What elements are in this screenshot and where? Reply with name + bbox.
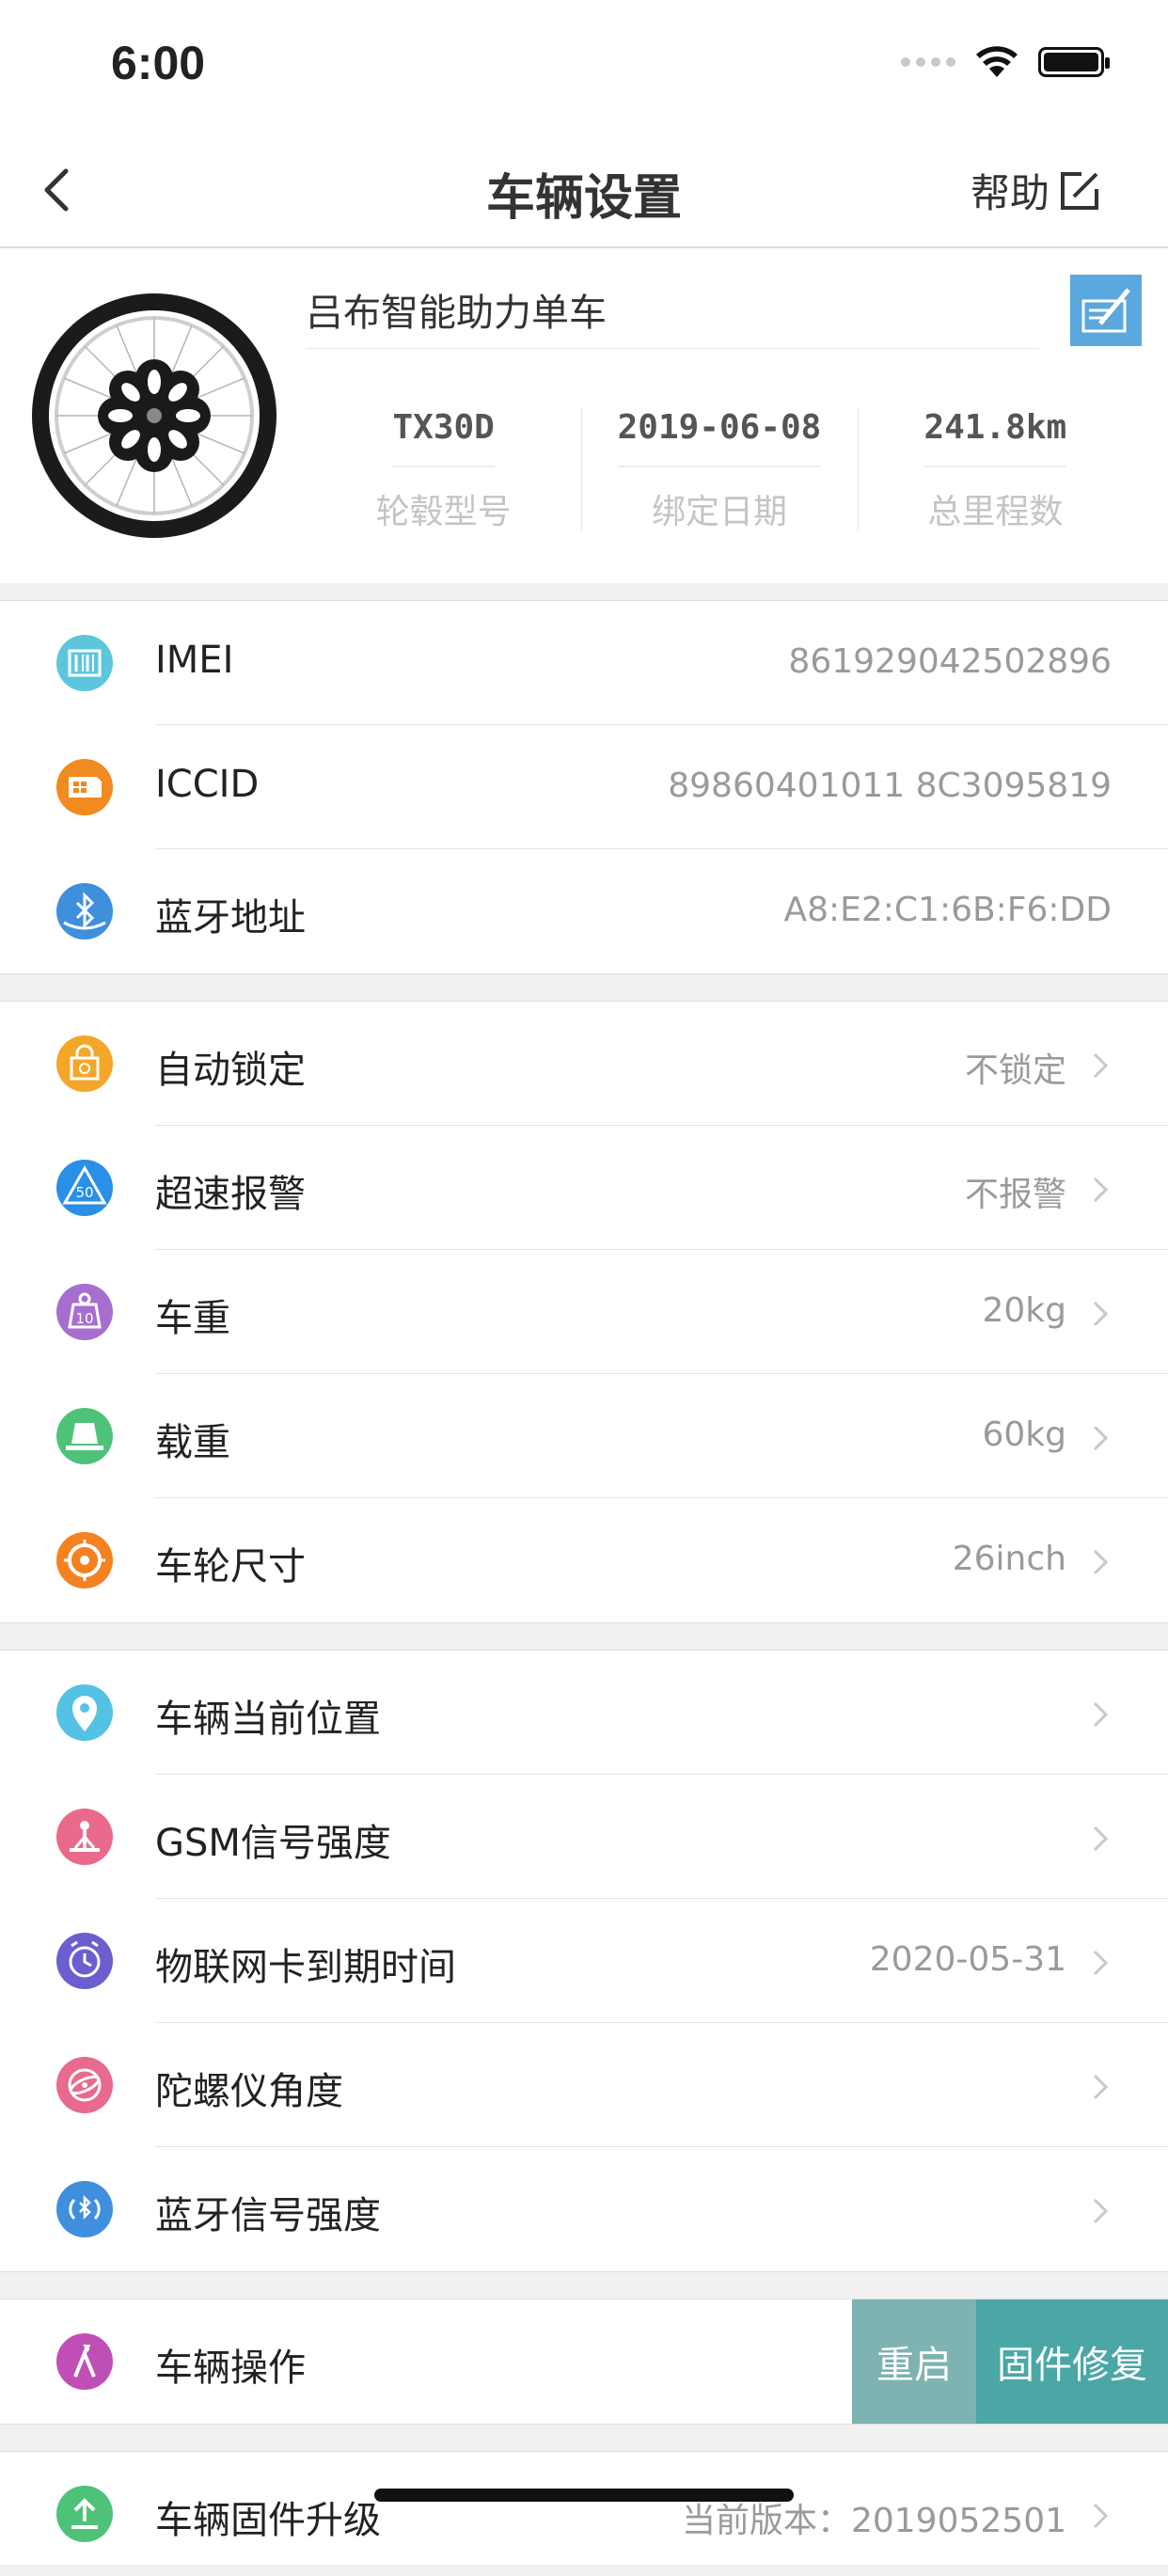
upgrade-row[interactable]: 车辆固件升级 当前版本：2019052501 <box>0 2452 1168 2576</box>
chevron-right-icon <box>1093 1549 1109 1575</box>
status-row-gyroscope[interactable]: 陀螺仪角度 <box>0 2023 1168 2147</box>
upgrade-icon <box>56 2486 113 2542</box>
info-row-bluetooth-address: 蓝牙地址 A8:E2:C1:6B:F6:DD <box>0 849 1168 973</box>
status-group: 车辆当前位置 GSM信号强度 物联网卡到期时间 2020-05-31 陀螺仪角度… <box>0 1650 1168 2272</box>
barcode-icon <box>56 635 113 691</box>
edit-bike-button[interactable] <box>1070 275 1142 346</box>
chevron-right-icon <box>1093 2198 1109 2224</box>
sim-card-icon <box>56 759 113 815</box>
chevron-right-icon <box>1093 1052 1109 1079</box>
cellular-signal-icon <box>901 57 955 67</box>
status-row-gsm-signal[interactable]: GSM信号强度 <box>0 1775 1168 1899</box>
tools-icon <box>56 2333 113 2390</box>
wheel-size-icon <box>56 1532 113 1588</box>
upgrade-group: 车辆固件升级 当前版本：2019052501 <box>0 2451 1168 2565</box>
bluetooth-icon <box>56 883 113 940</box>
stat-total-mileage: 241.8km 总里程数 <box>857 408 1133 533</box>
weight-icon: 10 <box>56 1284 113 1340</box>
setting-row-load-capacity[interactable]: 载重 60kg <box>0 1374 1168 1498</box>
speed-limit-icon: 50 <box>56 1160 113 1216</box>
operation-group: 车辆操作 重启 固件修复 <box>0 2299 1168 2425</box>
clock-icon <box>56 1933 113 1989</box>
lock-icon <box>56 1035 113 1092</box>
setting-row-auto-lock[interactable]: 自动锁定 不锁定 <box>0 1002 1168 1126</box>
settings-group: 自动锁定 不锁定 50 超速报警 不报警 10 车重 20kg 载重 60kg … <box>0 1001 1168 1623</box>
gyroscope-icon <box>56 2057 113 2113</box>
svg-text:50: 50 <box>75 1184 93 1201</box>
info-row-iccid: ICCID 89860401011 8C3095819 <box>0 725 1168 849</box>
nav-bar: 车辆设置 帮助 <box>0 124 1168 248</box>
status-time: 6:00 <box>111 37 206 89</box>
chevron-right-icon <box>1093 1177 1109 1203</box>
bike-stats: TX30D 轮毂型号 2019-06-08 绑定日期 241.8km 总里程数 <box>306 408 1133 533</box>
signal-icon <box>56 1809 113 1865</box>
home-indicator[interactable] <box>374 2489 794 2502</box>
setting-row-bike-weight[interactable]: 10 车重 20kg <box>0 1250 1168 1374</box>
status-row-location[interactable]: 车辆当前位置 <box>0 1651 1168 1775</box>
firmware-repair-button[interactable]: 固件修复 <box>976 2299 1168 2424</box>
status-bar: 6:00 <box>0 0 1168 124</box>
chevron-right-icon <box>1093 1301 1109 1327</box>
wheel-image <box>32 293 276 538</box>
location-icon <box>56 1684 113 1741</box>
device-info-group: IMEI 861929042502896 ICCID 89860401011 8… <box>0 600 1168 974</box>
battery-icon <box>1038 47 1110 77</box>
bluetooth-signal-icon <box>56 2181 113 2237</box>
edit-icon <box>1061 171 1098 210</box>
chevron-right-icon <box>1093 1425 1109 1451</box>
operation-row: 车辆操作 重启 固件修复 <box>0 2299 1168 2424</box>
help-label: 帮助 <box>970 170 1050 216</box>
bike-summary: 吕布智能助力单车 TX30D 轮毂型号 2019-06-08 绑定日期 241.… <box>0 248 1168 583</box>
setting-row-wheel-size[interactable]: 车轮尺寸 26inch <box>0 1498 1168 1622</box>
chevron-right-icon <box>1093 1950 1109 1976</box>
help-button[interactable]: 帮助 <box>971 162 1102 219</box>
edit-note-icon <box>1081 288 1130 333</box>
stat-hub-model: TX30D 轮毂型号 <box>375 408 512 531</box>
chevron-right-icon <box>1093 1701 1109 1728</box>
info-row-imei: IMEI 861929042502896 <box>0 601 1168 725</box>
bike-name: 吕布智能助力单车 <box>306 282 1039 349</box>
status-row-sim-expiry[interactable]: 物联网卡到期时间 2020-05-31 <box>0 1899 1168 2023</box>
stat-bind-date: 2019-06-08 绑定日期 <box>581 408 857 533</box>
restart-button[interactable]: 重启 <box>852 2299 976 2424</box>
svg-text:10: 10 <box>75 1310 93 1327</box>
chevron-right-icon <box>1093 2074 1109 2100</box>
chevron-right-icon <box>1093 1825 1109 1852</box>
setting-row-speed-alarm[interactable]: 50 超速报警 不报警 <box>0 1126 1168 1250</box>
wifi-icon <box>976 46 1018 77</box>
status-row-bluetooth-signal[interactable]: 蓝牙信号强度 <box>0 2147 1168 2271</box>
load-icon <box>56 1408 113 1464</box>
status-icons <box>901 45 1110 79</box>
